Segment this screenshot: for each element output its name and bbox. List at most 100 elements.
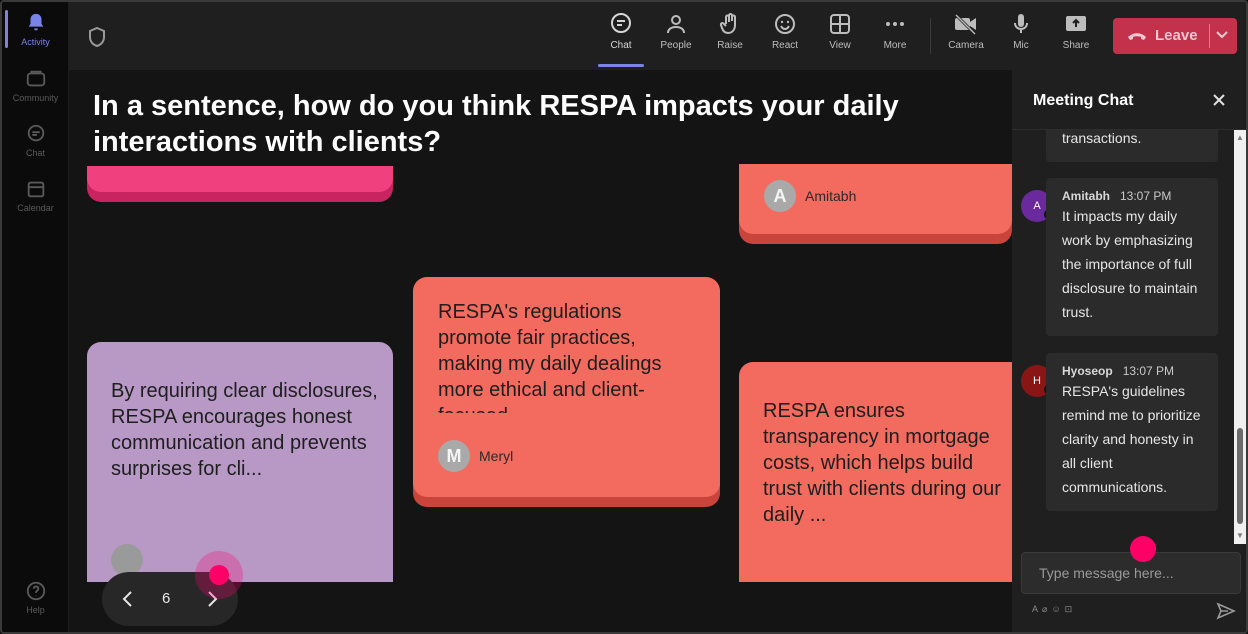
toolbar-divider (930, 18, 931, 54)
message-time: 13:07 PM (1122, 364, 1175, 378)
emoji-icon[interactable]: ☺ (1051, 604, 1064, 614)
camera-button-label: Camera (948, 40, 984, 51)
chat-button-label: Chat (610, 40, 632, 51)
share-button-label: Share (1062, 40, 1090, 51)
message-meta: Amitabh 13:07 PM (1062, 178, 1208, 204)
gif-icon[interactable]: ⊡ (1065, 604, 1077, 614)
view-button[interactable]: View (815, 12, 865, 51)
chat-message: Hyoseop 13:07 PM RESPA's guidelines remin… (1046, 353, 1218, 511)
message-author: Amitabh (1062, 189, 1110, 203)
chat-message: Amitabh 13:07 PM It impacts my daily work… (1046, 178, 1218, 336)
rail-item-activity[interactable]: Activity (2, 12, 69, 47)
compose-toolbar: A⌀☺⊡ (1032, 604, 1076, 615)
rail-item-community[interactable]: Community (2, 68, 69, 103)
scrollbar-thumb[interactable] (1237, 428, 1243, 524)
response-card-purple[interactable]: By requiring clear disclosures, RESPA en… (87, 342, 393, 582)
message-text: transactions. (1062, 130, 1142, 146)
app-rail: Activity Community Chat Calendar Help (2, 2, 69, 632)
leave-button-label: Leave (1155, 27, 1198, 44)
share-button[interactable]: Share (1051, 12, 1101, 51)
message-text: It impacts my daily work by emphasizing … (1062, 208, 1198, 320)
chat-button[interactable]: Chat (596, 12, 646, 51)
card-author: A Amitabh (764, 180, 856, 212)
more-button-label: More (883, 40, 907, 51)
community-icon (26, 70, 45, 87)
raise-hand-icon (719, 13, 736, 35)
smiley-icon (775, 14, 795, 34)
grid-view-icon (830, 14, 850, 34)
pointer-dot (209, 565, 229, 585)
response-card-meryl[interactable]: RESPA's regulations promote fair practic… (413, 277, 720, 507)
send-icon[interactable] (1216, 602, 1236, 620)
chat-message: transactions. (1046, 130, 1218, 162)
response-card-salmon[interactable]: RESPA ensures transparency in mortgage c… (739, 362, 1012, 582)
share-screen-icon (1066, 16, 1086, 31)
leave-split-divider (1209, 24, 1210, 48)
view-button-label: View (829, 40, 851, 51)
more-button[interactable]: More (870, 12, 920, 51)
calendar-icon (27, 181, 44, 198)
more-dots-icon (886, 22, 904, 26)
hang-up-icon (1128, 33, 1146, 40)
message-text: RESPA's guidelines remind me to prioriti… (1062, 383, 1201, 495)
chat-scrollbar[interactable]: ▲ ▼ (1234, 130, 1246, 544)
people-button[interactable]: People (651, 12, 701, 51)
chat-active-indicator (598, 64, 644, 67)
pointer-dot (1130, 536, 1156, 562)
mic-button-label: Mic (1013, 40, 1029, 51)
avatar: A (764, 180, 796, 212)
rail-item-label: Help (26, 605, 45, 615)
rail-item-label: Chat (25, 148, 45, 158)
scroll-down-icon[interactable]: ▼ (1236, 531, 1244, 540)
avatar-initial: A (1033, 200, 1041, 212)
chevron-down-icon[interactable] (1215, 28, 1229, 42)
microphone-icon (1014, 14, 1028, 33)
page-number: 6 (162, 590, 171, 607)
chat-message-list: transactions. A Amitabh 13:07 PM It impac… (1012, 130, 1234, 544)
rail-item-label: Activity (21, 37, 50, 47)
bell-icon (28, 13, 43, 31)
format-icon[interactable]: A (1032, 604, 1042, 614)
chat-icon (27, 124, 44, 142)
rail-item-chat[interactable]: Chat (2, 123, 69, 158)
rail-item-label: Calendar (17, 203, 54, 213)
card-text: By requiring clear disclosures, RESPA en… (111, 380, 378, 480)
question-title: In a sentence, how do you think RESPA im… (93, 90, 899, 158)
meeting-toolbar: Chat People Raise React View More Camera (69, 2, 1246, 70)
message-meta: Hyoseop 13:07 PM (1062, 353, 1208, 379)
message-author: Hyoseop (1062, 364, 1113, 378)
chevron-left-icon[interactable] (120, 590, 136, 608)
close-icon[interactable] (1211, 92, 1227, 108)
rail-item-label: Community (12, 93, 59, 103)
raise-hand-button[interactable]: Raise (705, 12, 755, 51)
shield-icon[interactable] (87, 26, 107, 48)
card-author: M Meryl (438, 440, 513, 472)
author-name: Amitabh (805, 188, 857, 204)
raise-hand-label: Raise (717, 40, 743, 51)
camera-button[interactable]: Camera (941, 12, 991, 51)
response-card-pink[interactable] (87, 166, 393, 202)
people-icon (667, 15, 685, 34)
react-button[interactable]: React (760, 12, 810, 51)
chat-panel-title: Meeting Chat (1033, 92, 1134, 109)
scroll-up-icon[interactable]: ▲ (1236, 133, 1244, 142)
chat-icon (611, 13, 631, 33)
card-text: RESPA's regulations promote fair practic… (438, 301, 662, 413)
rail-item-help[interactable]: Help (2, 580, 69, 615)
avatar: M (438, 440, 470, 472)
card-text: RESPA ensures transparency in mortgage c… (763, 400, 1001, 526)
presentation-stage: In a sentence, how do you think RESPA im… (69, 70, 1012, 632)
meeting-chat-panel: Meeting Chat transactions. A Amitabh 13:0… (1012, 70, 1246, 632)
message-time: 13:07 PM (1120, 189, 1172, 203)
leave-button[interactable]: Leave (1113, 18, 1237, 54)
react-button-label: React (771, 40, 799, 51)
help-icon (26, 581, 45, 601)
chat-message-input[interactable]: Type message here... (1021, 552, 1241, 594)
mic-button[interactable]: Mic (996, 12, 1046, 51)
rail-item-calendar[interactable]: Calendar (2, 178, 69, 213)
card-face (87, 166, 393, 192)
avatar-initial: H (1033, 375, 1041, 387)
response-card-amitabh[interactable]: A Amitabh (739, 164, 1012, 244)
teams-meeting-window: Activity Community Chat Calendar Help Ch… (0, 0, 1248, 634)
author-name: Meryl (479, 448, 514, 464)
